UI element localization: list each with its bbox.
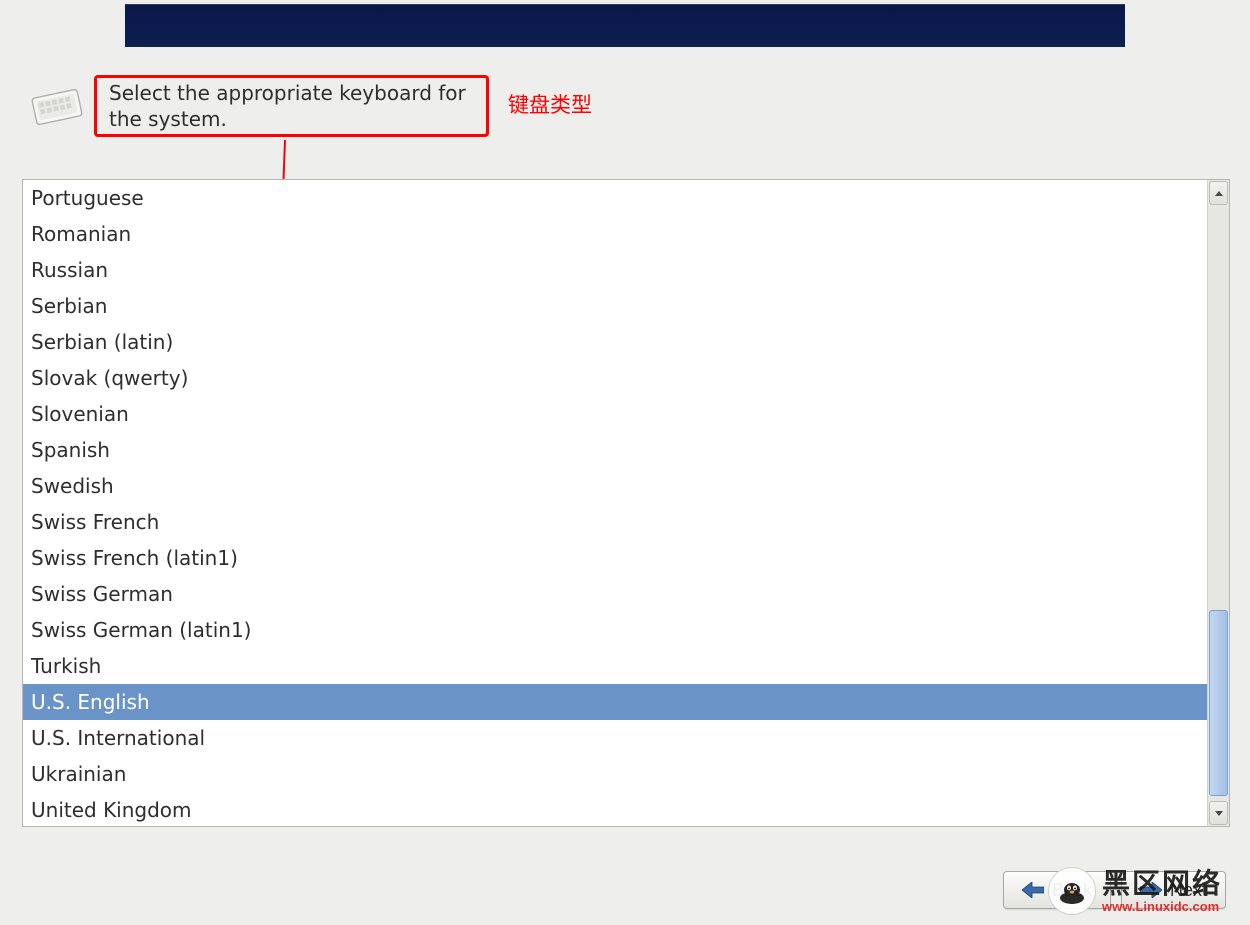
top-banner — [125, 4, 1125, 47]
list-item[interactable]: Serbian (latin) — [23, 324, 1207, 360]
list-item[interactable]: Russian — [23, 252, 1207, 288]
scrollbar[interactable] — [1207, 180, 1229, 826]
scroll-up-button[interactable] — [1209, 181, 1228, 205]
watermark-url: www.Linuxidc.com — [1102, 900, 1219, 913]
list-item[interactable]: U.S. English — [23, 684, 1207, 720]
list-item[interactable]: Serbian — [23, 288, 1207, 324]
scroll-down-button[interactable] — [1209, 801, 1228, 825]
list-item[interactable]: Swiss German (latin1) — [23, 612, 1207, 648]
list-item[interactable]: Swiss French (latin1) — [23, 540, 1207, 576]
instruction-callout: Select the appropriate keyboard for the … — [94, 75, 489, 137]
list-item[interactable]: Turkish — [23, 648, 1207, 684]
list-item[interactable]: Swiss German — [23, 576, 1207, 612]
list-item[interactable]: Ukrainian — [23, 756, 1207, 792]
instruction-text: Select the appropriate keyboard for the … — [109, 80, 474, 132]
list-item[interactable]: Slovenian — [23, 396, 1207, 432]
keyboard-icon — [28, 84, 86, 130]
annotation-label: 键盘类型 — [508, 89, 592, 119]
watermark-logo — [1048, 867, 1096, 915]
list-item[interactable]: U.S. International — [23, 720, 1207, 756]
keyboard-list-container: PortugueseRomanianRussianSerbianSerbian … — [22, 179, 1230, 827]
list-item[interactable]: Portuguese — [23, 180, 1207, 216]
list-item[interactable]: Swedish — [23, 468, 1207, 504]
list-item[interactable]: Romanian — [23, 216, 1207, 252]
list-item[interactable]: Swiss French — [23, 504, 1207, 540]
watermark: 黑区网络 www.Linuxidc.com — [1048, 867, 1222, 915]
list-item[interactable]: Slovak (qwerty) — [23, 360, 1207, 396]
watermark-brand: 黑区网络 — [1102, 870, 1222, 898]
list-item[interactable]: United Kingdom — [23, 792, 1207, 826]
list-item[interactable]: Spanish — [23, 432, 1207, 468]
scroll-thumb[interactable] — [1209, 610, 1228, 796]
arrow-left-icon — [1022, 882, 1044, 898]
keyboard-list[interactable]: PortugueseRomanianRussianSerbianSerbian … — [23, 180, 1207, 826]
scroll-track[interactable] — [1208, 206, 1229, 800]
